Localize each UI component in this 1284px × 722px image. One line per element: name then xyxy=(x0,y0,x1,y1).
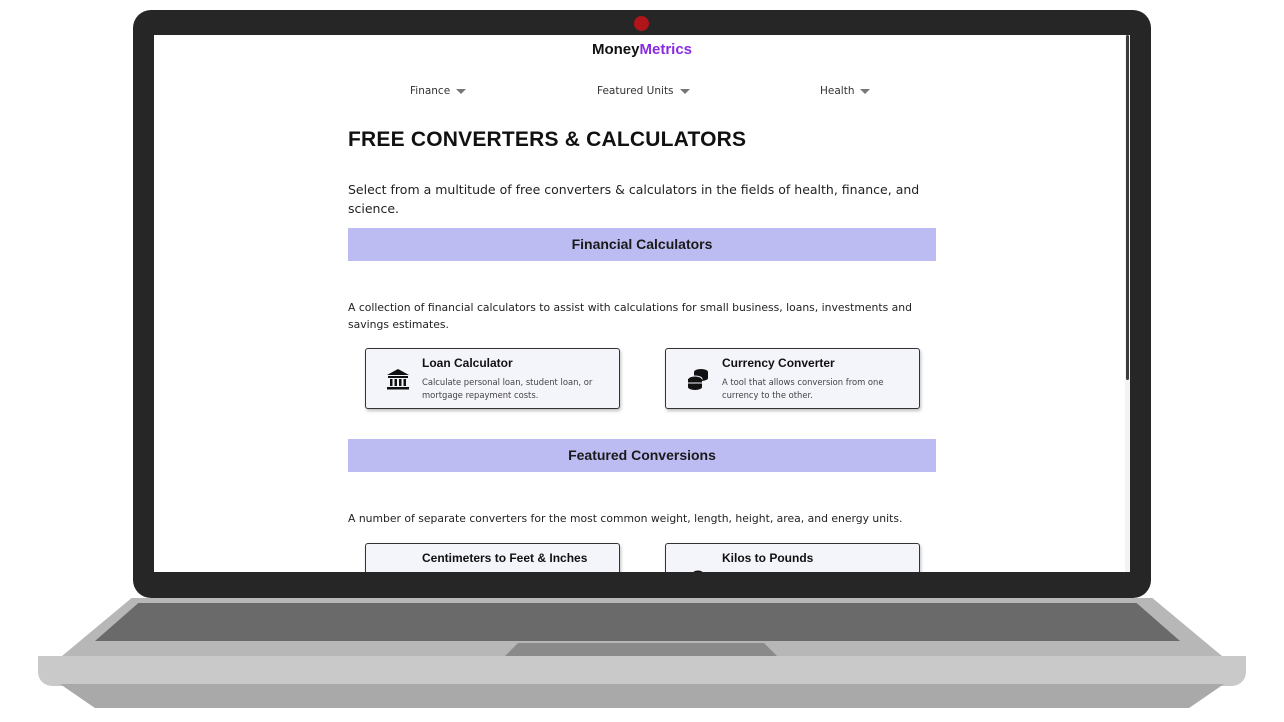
card-cm-to-feet-inches[interactable]: Centimeters to Feet & Inches xyxy=(365,543,620,572)
nav-health[interactable]: Health xyxy=(820,85,871,97)
nav-featured-units-label: Featured Units xyxy=(597,85,674,97)
card-title: Centimeters to Feet & Inches xyxy=(422,551,588,565)
webcam-icon xyxy=(634,16,649,31)
laptop-base-bottom xyxy=(60,684,1224,708)
weight-icon xyxy=(693,570,703,572)
page-intro: Select from a multitude of free converte… xyxy=(348,182,920,216)
logo-text-part2: Metrics xyxy=(639,41,693,58)
section-heading-featured-conversions: Featured Conversions xyxy=(348,439,936,472)
section-heading-financial: Financial Calculators xyxy=(348,228,936,261)
chevron-down-icon xyxy=(860,88,871,94)
card-description: Calculate personal loan, student loan, o… xyxy=(422,377,593,400)
page-scrollbar[interactable] xyxy=(1125,35,1130,572)
section-description-featured-conversions: A number of separate converters for the … xyxy=(348,512,903,525)
nav-finance-label: Finance xyxy=(410,85,451,97)
nav-health-label: Health xyxy=(820,85,855,97)
scrollbar-thumb[interactable] xyxy=(1126,35,1129,380)
section-description-financial: A collection of financial calculators to… xyxy=(348,301,912,331)
nav-featured-units[interactable]: Featured Units xyxy=(597,85,690,97)
chevron-down-icon xyxy=(679,88,690,94)
coins-icon xyxy=(687,369,708,390)
card-kilos-to-pounds[interactable]: Kilos to Pounds xyxy=(665,543,920,572)
site-logo[interactable]: MoneyMetrics xyxy=(154,41,1130,58)
page-title: FREE CONVERTERS & CALCULATORS xyxy=(348,128,747,151)
nav-finance[interactable]: Finance xyxy=(410,85,467,97)
laptop-base-front xyxy=(38,656,1246,686)
card-title: Kilos to Pounds xyxy=(722,551,814,565)
browser-viewport: MoneyMetrics Finance Featured Units Heal… xyxy=(154,35,1130,572)
card-title: Loan Calculator xyxy=(422,356,513,370)
logo-text-part1: Money xyxy=(591,41,640,58)
laptop-keyboard xyxy=(95,603,1180,641)
ruler-icon xyxy=(386,562,410,572)
bank-icon xyxy=(387,369,409,390)
card-description: A tool that allows conversion from one c… xyxy=(722,377,884,400)
card-currency-converter[interactable]: Currency Converter A tool that allows co… xyxy=(665,348,920,409)
chevron-down-icon xyxy=(456,88,467,94)
card-loan-calculator[interactable]: Loan Calculator Calculate personal loan,… xyxy=(365,348,620,409)
card-title: Currency Converter xyxy=(722,356,835,370)
